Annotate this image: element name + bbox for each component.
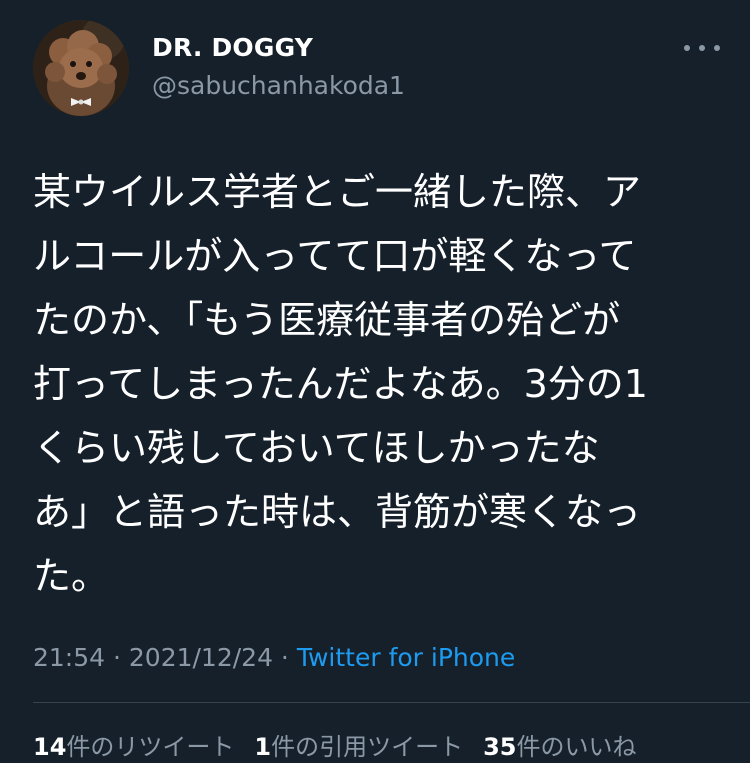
likes-stat[interactable]: 35件のいいね: [483, 727, 636, 762]
likes-label: 件のいいね: [516, 733, 637, 761]
tweet-text: 某ウイルス学者とご一緒した際、ア ルコールが入ってて口が軽くなって たのか、「も…: [33, 160, 713, 608]
likes-count: 35: [483, 733, 517, 761]
retweets-stat[interactable]: 14件のリツイート: [33, 727, 234, 762]
display-name[interactable]: DR. DOGGY: [152, 33, 313, 62]
quotes-stat[interactable]: 1件の引用ツイート: [254, 727, 463, 762]
tweet-time[interactable]: 21:54: [33, 643, 105, 672]
tweet-metadata: 21:54 · 2021/12/24 · Twitter for iPhone: [33, 643, 515, 672]
meta-separator: ·: [272, 643, 297, 672]
tweet-text-line: た。: [33, 554, 110, 598]
quotes-label: 件の引用ツイート: [271, 733, 464, 761]
meta-separator: ·: [105, 643, 129, 672]
retweets-label: 件のリツイート: [66, 733, 235, 761]
tweet-stats: 14件のリツイート 1件の引用ツイート 35件のいいね: [33, 727, 637, 762]
tweet-text-line: 某ウイルス学者とご一緒した際、ア: [33, 170, 642, 214]
tweet-text-line: たのか、「もう医療従事者の殆どが: [33, 298, 621, 342]
tweet-text-line: くらい残しておいてほしかったな: [33, 426, 600, 470]
tweet-text-line: あ」と語った時は、背筋が寒くなっ: [33, 490, 642, 534]
user-handle[interactable]: @sabuchanhakoda1: [152, 71, 405, 100]
tweet-date[interactable]: 2021/12/24: [129, 643, 273, 672]
tweet-text-line: 打ってしまったんだよなあ。3分の1: [33, 362, 648, 406]
quotes-count: 1: [254, 733, 272, 761]
avatar[interactable]: [33, 20, 129, 116]
tweet-text-line: ルコールが入ってて口が軽くなって: [33, 234, 637, 278]
retweets-count: 14: [33, 733, 67, 761]
poodle-avatar-icon: [33, 20, 129, 116]
more-options-button[interactable]: [684, 38, 720, 58]
tweet-source-link[interactable]: Twitter for iPhone: [297, 643, 515, 672]
divider: [33, 702, 750, 703]
more-horizontal-icon: [684, 45, 690, 51]
tweet-detail: DR. DOGGY @sabuchanhakoda1 某ウイルス学者とご一緒した…: [0, 0, 750, 763]
